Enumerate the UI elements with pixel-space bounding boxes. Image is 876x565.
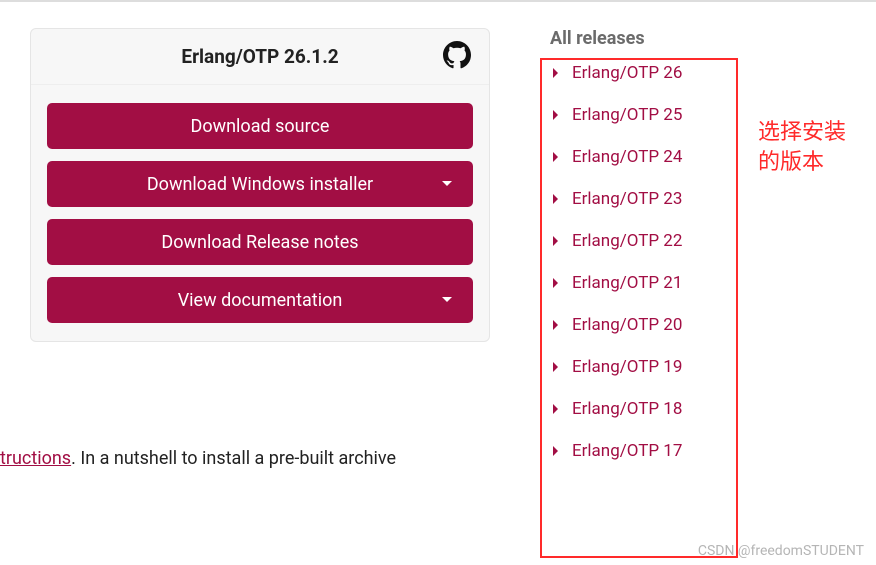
button-label: Download source xyxy=(191,116,330,137)
release-label: Erlang/OTP 25 xyxy=(572,105,682,125)
github-icon[interactable] xyxy=(443,41,471,73)
sidebar-title: All releases xyxy=(550,28,750,49)
caret-down-icon xyxy=(441,180,453,188)
chevron-right-icon xyxy=(552,361,562,373)
release-item[interactable]: Erlang/OTP 18 xyxy=(552,399,750,419)
download-source-button[interactable]: Download source xyxy=(47,103,473,149)
chevron-right-icon xyxy=(552,193,562,205)
release-item[interactable]: Erlang/OTP 20 xyxy=(552,315,750,335)
release-label: Erlang/OTP 24 xyxy=(572,147,682,167)
release-label: Erlang/OTP 23 xyxy=(572,189,682,209)
button-group: Download source Download Windows install… xyxy=(31,85,489,341)
button-label: Download Release notes xyxy=(161,232,358,253)
release-item[interactable]: Erlang/OTP 23 xyxy=(552,189,750,209)
caret-down-icon xyxy=(441,296,453,304)
button-label: View documentation xyxy=(178,290,343,311)
release-item[interactable]: Erlang/OTP 26 xyxy=(552,63,750,83)
watermark: CSDN @freedomSTUDENT xyxy=(698,543,864,559)
footer-text: tructions. In a nutshell to install a pr… xyxy=(0,448,396,469)
release-item[interactable]: Erlang/OTP 25 xyxy=(552,105,750,125)
chevron-right-icon xyxy=(552,445,562,457)
chevron-right-icon xyxy=(552,235,562,247)
download-windows-installer-button[interactable]: Download Windows installer xyxy=(47,161,473,207)
card-header: Erlang/OTP 26.1.2 xyxy=(31,29,489,85)
chevron-right-icon xyxy=(552,109,562,121)
release-label: Erlang/OTP 22 xyxy=(572,231,682,251)
button-label: Download Windows installer xyxy=(147,174,373,195)
release-label: Erlang/OTP 18 xyxy=(572,399,682,419)
chevron-right-icon xyxy=(552,319,562,331)
all-releases-sidebar: All releases Erlang/OTP 26 Erlang/OTP 25… xyxy=(550,28,750,461)
release-list: Erlang/OTP 26 Erlang/OTP 25 Erlang/OTP 2… xyxy=(550,63,750,461)
release-label: Erlang/OTP 20 xyxy=(572,315,682,335)
chevron-right-icon xyxy=(552,403,562,415)
release-label: Erlang/OTP 26 xyxy=(572,63,682,83)
chevron-right-icon xyxy=(552,277,562,289)
footer-rest: . In a nutshell to install a pre-built a… xyxy=(71,448,396,469)
release-item[interactable]: Erlang/OTP 24 xyxy=(552,147,750,167)
download-card: Erlang/OTP 26.1.2 Download source Downlo… xyxy=(30,28,490,342)
release-item[interactable]: Erlang/OTP 19 xyxy=(552,357,750,377)
chevron-right-icon xyxy=(552,67,562,79)
instructions-link[interactable]: tructions xyxy=(0,448,71,469)
release-item[interactable]: Erlang/OTP 21 xyxy=(552,273,750,293)
release-label: Erlang/OTP 21 xyxy=(572,273,682,293)
top-border xyxy=(0,0,876,2)
release-item[interactable]: Erlang/OTP 17 xyxy=(552,441,750,461)
view-documentation-button[interactable]: View documentation xyxy=(47,277,473,323)
annotation-text: 选择安装的版本 xyxy=(758,118,848,177)
card-title: Erlang/OTP 26.1.2 xyxy=(181,45,338,68)
release-label: Erlang/OTP 17 xyxy=(572,441,682,461)
chevron-right-icon xyxy=(552,151,562,163)
release-label: Erlang/OTP 19 xyxy=(572,357,682,377)
download-release-notes-button[interactable]: Download Release notes xyxy=(47,219,473,265)
release-item[interactable]: Erlang/OTP 22 xyxy=(552,231,750,251)
